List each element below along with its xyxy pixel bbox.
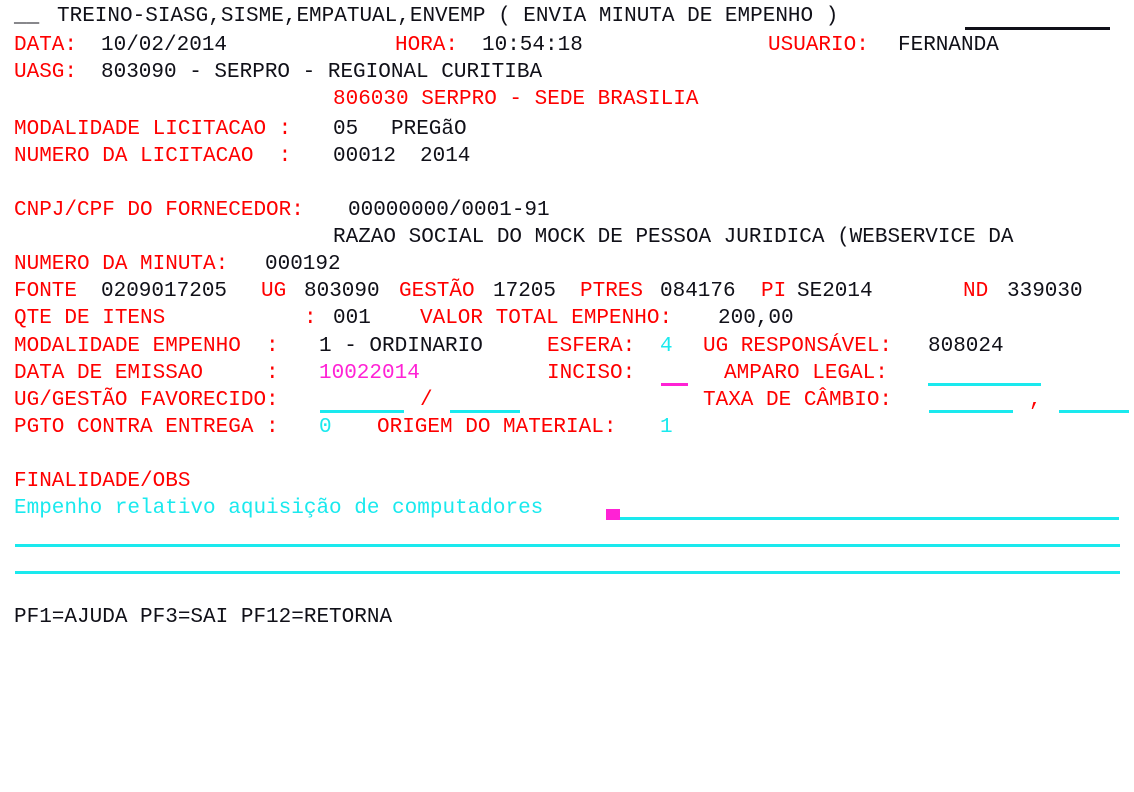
razao-social-value: RAZAO SOCIAL DO MOCK DE PESSOA JURIDICA … <box>333 226 1014 249</box>
taxa-cambio-label: TAXA DE CÂMBIO: <box>703 389 893 412</box>
ug-responsavel-value[interactable]: 808024 <box>928 333 1004 360</box>
hora-label: HORA: <box>395 34 459 57</box>
esfera-label: ESFERA: <box>547 335 636 358</box>
modalidade-licitacao-label: MODALIDADE LICITACAO : <box>14 118 292 141</box>
finalidade-line1-value[interactable]: Empenho relativo aquisição de computador… <box>14 495 543 522</box>
modalidade-empenho-value[interactable]: 1 - ORDINARIO <box>319 333 483 360</box>
title-prefix: __ <box>14 5 40 28</box>
ug-value[interactable]: 803090 <box>304 278 380 305</box>
data-value: 10/02/2014 <box>101 34 228 57</box>
qte-itens-value[interactable]: 001 <box>333 305 371 332</box>
razao-social-row: RAZAO SOCIAL DO MOCK DE PESSOA JURIDICA … <box>0 224 1134 251</box>
itens-row: QTE DE ITENS : 001 VALOR TOTAL EMPENHO: … <box>0 305 1134 332</box>
pi-value[interactable]: SE2014 <box>797 278 873 305</box>
amparo-legal-label: AMPARO LEGAL: <box>724 362 888 385</box>
esfera-value[interactable]: 4 <box>660 333 673 360</box>
header-row-uasg-secondary: 806030 SERPRO - SEDE BRASILIA <box>0 86 1134 113</box>
terminal-screen: __ TREINO-SIASG,SISME,EMPATUAL,ENVEMP ( … <box>0 0 1134 639</box>
qte-itens-colon: : <box>304 307 317 330</box>
data-label: DATA: <box>14 34 78 57</box>
origem-material-value[interactable]: 1 <box>660 414 673 441</box>
numero-licitacao-value[interactable]: 00012 <box>333 143 396 170</box>
finalidade-line2-field-rule[interactable] <box>15 544 1120 547</box>
data-emissao-value[interactable]: 10022014 <box>319 360 420 387</box>
data-emissao-label: DATA DE EMISSAO : <box>14 362 279 385</box>
ug-gestao-separator: / <box>420 389 433 412</box>
pgto-contra-entrega-value[interactable]: 0 <box>319 414 332 441</box>
numero-minuta-row: NUMERO DA MINUTA: 000192 <box>0 251 1134 278</box>
cnpj-label: CNPJ/CPF DO FORNECEDOR: <box>14 199 304 222</box>
ptres-label: PTRES <box>580 280 644 303</box>
numero-licitacao-row: NUMERO DA LICITACAO : 00012 2014 <box>0 143 1134 170</box>
ug-gestao-favorecido-label: UG/GESTÃO FAVORECIDO: <box>14 389 279 412</box>
numero-minuta-label: NUMERO DA MINUTA: <box>14 253 229 276</box>
finalidade-line3-row[interactable] <box>0 549 1134 576</box>
uasg-secondary-value: 806030 SERPRO - SEDE BRASILIA <box>333 88 699 111</box>
finalidade-line3-field-rule[interactable] <box>15 571 1120 574</box>
ug-gestao-favorecido-row: UG/GESTÃO FAVORECIDO: / TAXA DE CÂMBIO: … <box>0 387 1134 414</box>
pgto-origem-row: PGTO CONTRA ENTREGA : 0 ORIGEM DO MATERI… <box>0 414 1134 441</box>
cnpj-value[interactable]: 00000000/0001-91 <box>348 197 550 224</box>
valor-total-value[interactable]: 200,00 <box>718 305 794 332</box>
emissao-row: DATA DE EMISSAO : 10022014 INCISO: AMPAR… <box>0 360 1134 387</box>
numero-minuta-value: 000192 <box>265 253 341 276</box>
inciso-label: INCISO: <box>547 362 636 385</box>
finalidade-line1-field-rule[interactable] <box>620 517 1119 520</box>
header-row-uasg: UASG: 803090 - SERPRO - REGIONAL CURITIB… <box>0 59 1134 86</box>
uasg-label: UASG: <box>14 61 78 84</box>
amparo-legal-field-rule[interactable] <box>928 383 1041 386</box>
modalidade-empenho-row: MODALIDADE EMPENHO : 1 - ORDINARIO ESFER… <box>0 333 1134 360</box>
inciso-field-rule[interactable] <box>661 383 688 386</box>
fonte-label: FONTE <box>14 280 78 303</box>
gestao-favorecido-field-rule[interactable] <box>450 410 520 413</box>
taxa-cambio-separator: , <box>1029 389 1042 412</box>
pgto-contra-entrega-label: PGTO CONTRA ENTREGA : <box>14 416 279 439</box>
finalidade-line2-row[interactable] <box>0 522 1134 549</box>
text-cursor <box>606 509 620 520</box>
hora-value: 10:54:18 <box>482 34 583 57</box>
ptres-value[interactable]: 084176 <box>660 278 736 305</box>
orcamento-row: FONTE 0209017205 UG 803090 GESTÃO 17205 … <box>0 278 1134 305</box>
nd-label: ND <box>963 280 989 303</box>
ug-favorecido-field-rule[interactable] <box>320 410 404 413</box>
modalidade-licitacao-value: PREGãO <box>391 118 467 141</box>
qte-itens-label: QTE DE ITENS <box>14 307 166 330</box>
gestao-label: GESTÃO <box>399 280 475 303</box>
header-row-datetime: DATA: 10/02/2014 HORA: 10:54:18 USUARIO:… <box>0 32 1134 59</box>
numero-licitacao-label: NUMERO DA LICITACAO : <box>14 145 292 168</box>
modalidade-empenho-label: MODALIDADE EMPENHO : <box>14 335 279 358</box>
finalidade-line1-row[interactable]: Empenho relativo aquisição de computador… <box>0 495 1134 522</box>
ug-label: UG <box>261 280 287 303</box>
finalidade-label: FINALIDADE/OBS <box>14 470 191 493</box>
uasg-value: 803090 - SERPRO - REGIONAL CURITIBA <box>101 61 543 84</box>
usuario-label: USUARIO: <box>768 34 869 57</box>
nd-value[interactable]: 339030 <box>1007 278 1083 305</box>
gestao-value[interactable]: 17205 <box>493 278 556 305</box>
title-row: __ TREINO-SIASG,SISME,EMPATUAL,ENVEMP ( … <box>0 3 1134 30</box>
function-keys-row: PF1=AJUDA PF3=SAI PF12=RETORNA <box>0 604 1134 631</box>
modalidade-licitacao-row: MODALIDADE LICITACAO : 05 PREGãO <box>0 116 1134 143</box>
taxa-cambio-dec-field-rule[interactable] <box>1059 410 1129 413</box>
taxa-cambio-int-field-rule[interactable] <box>929 410 1013 413</box>
cnpj-row: CNPJ/CPF DO FORNECEDOR: 00000000/0001-91 <box>0 197 1134 224</box>
title-trailing-rule <box>965 27 1110 30</box>
ug-responsavel-label: UG RESPONSÁVEL: <box>703 335 893 358</box>
finalidade-header-row: FINALIDADE/OBS <box>0 468 1134 495</box>
valor-total-label: VALOR TOTAL EMPENHO: <box>420 307 673 330</box>
usuario-value: FERNANDA <box>898 34 999 57</box>
numero-licitacao-ano[interactable]: 2014 <box>420 143 470 170</box>
pi-label: PI <box>761 280 787 303</box>
function-keys-legend[interactable]: PF1=AJUDA PF3=SAI PF12=RETORNA <box>14 604 392 631</box>
origem-material-label: ORIGEM DO MATERIAL: <box>377 416 617 439</box>
fonte-value[interactable]: 0209017205 <box>101 278 227 305</box>
modalidade-licitacao-code[interactable]: 05 <box>333 116 358 143</box>
page-title: TREINO-SIASG,SISME,EMPATUAL,ENVEMP ( ENV… <box>57 5 839 28</box>
